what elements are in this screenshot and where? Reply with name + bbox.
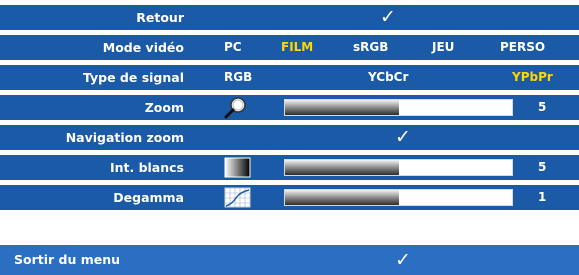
menu-row-int-blancs: Int. blancs 5 xyxy=(0,155,579,180)
osd-menu: Retour ✓ Mode vidéo PC FILM sRGB JEU PER… xyxy=(0,0,579,275)
degamma-slider-fill xyxy=(285,190,399,205)
signal-option-ycbcr[interactable]: YCbCr xyxy=(368,65,408,90)
int-blancs-slider-fill xyxy=(285,160,399,175)
menu-row-zoom: Zoom 5 xyxy=(0,95,579,120)
degamma-slider[interactable] xyxy=(284,189,513,206)
mode-video-label: Mode vidéo xyxy=(102,40,184,55)
row-value-cell: ✓ xyxy=(196,245,579,275)
mode-option-perso[interactable]: PERSO xyxy=(500,35,545,60)
int-blancs-slider[interactable] xyxy=(284,159,513,176)
row-value-cell: PC FILM sRGB JEU PERSO xyxy=(196,35,579,60)
type-signal-label: Type de signal xyxy=(82,70,184,85)
row-value-cell: ✓ xyxy=(196,5,579,30)
mode-option-srgb[interactable]: sRGB xyxy=(353,35,388,60)
zoom-slider-fill xyxy=(285,100,399,115)
degamma-label: Degamma xyxy=(113,190,184,205)
row-label-cell: Type de signal xyxy=(0,65,196,90)
int-blancs-label: Int. blancs xyxy=(109,160,184,175)
zoom-label: Zoom xyxy=(144,100,184,115)
zoom-value: 5 xyxy=(538,100,547,114)
row-label-cell: Int. blancs xyxy=(0,155,196,180)
row-label-cell: Navigation zoom xyxy=(0,125,196,150)
mode-option-jeu[interactable]: JEU xyxy=(432,35,454,60)
checkmark-icon[interactable]: ✓ xyxy=(395,125,411,150)
row-value-cell: 5 xyxy=(196,155,579,180)
signal-option-ypbpr[interactable]: YPbPr xyxy=(512,65,553,90)
row-label-cell: Degamma xyxy=(0,185,196,210)
menu-row-mode-video: Mode vidéo PC FILM sRGB JEU PERSO xyxy=(0,35,579,60)
row-value-cell: ✓ xyxy=(196,125,579,150)
menu-row-degamma: Degamma 1 xyxy=(0,185,579,210)
navigation-zoom-label: Navigation zoom xyxy=(65,130,184,145)
mode-option-pc[interactable]: PC xyxy=(224,35,242,60)
row-value-cell: 5 xyxy=(196,95,579,120)
row-label-cell: Sortir du menu xyxy=(0,245,196,275)
white-intensity-icon xyxy=(220,156,252,179)
checkmark-icon[interactable]: ✓ xyxy=(395,248,411,273)
row-value-cell: 1 xyxy=(196,185,579,210)
row-label-cell: Retour xyxy=(0,5,196,30)
checkmark-icon[interactable]: ✓ xyxy=(380,5,396,30)
signal-option-rgb[interactable]: RGB xyxy=(224,65,252,90)
row-value-cell: RGB YCbCr YPbPr xyxy=(196,65,579,90)
menu-row-type-signal: Type de signal RGB YCbCr YPbPr xyxy=(0,65,579,90)
gamma-curve-icon xyxy=(220,186,252,209)
menu-row-navigation-zoom[interactable]: Navigation zoom ✓ xyxy=(0,125,579,150)
row-label-cell: Zoom xyxy=(0,95,196,120)
zoom-slider[interactable] xyxy=(284,99,513,116)
degamma-value: 1 xyxy=(538,190,547,204)
row-label-cell: Mode vidéo xyxy=(0,35,196,60)
retour-label: Retour xyxy=(136,10,184,25)
magnifier-icon xyxy=(220,96,252,119)
menu-row-retour[interactable]: Retour ✓ xyxy=(0,5,579,30)
menu-row-sortir[interactable]: Sortir du menu ✓ xyxy=(0,245,579,275)
mode-option-film[interactable]: FILM xyxy=(281,35,313,60)
sortir-label: Sortir du menu xyxy=(14,252,121,267)
int-blancs-value: 5 xyxy=(538,160,547,174)
